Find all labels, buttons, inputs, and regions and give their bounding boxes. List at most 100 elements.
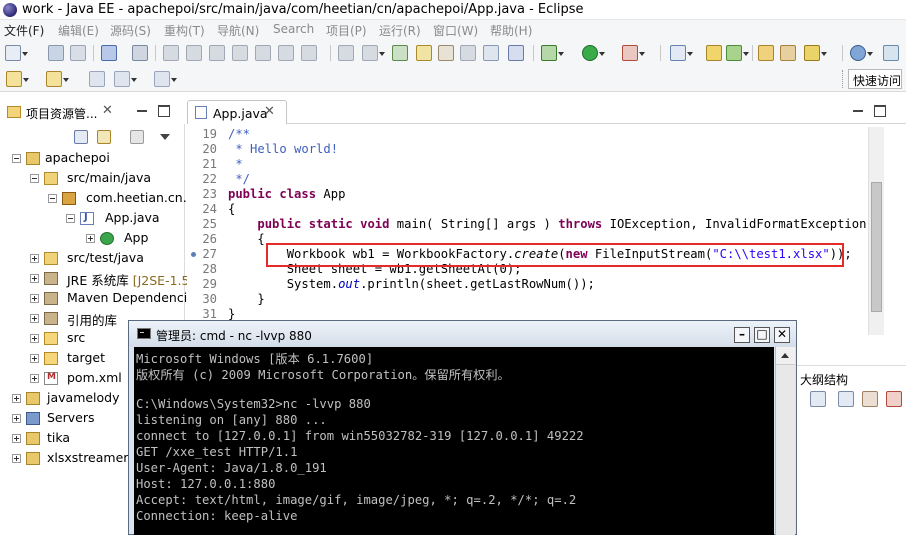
forward-icon[interactable] — [154, 71, 177, 87]
code-area[interactable]: 19/** 20 * Hello world! 21 * 22 */ 23 pub… — [187, 127, 877, 321]
console-line: Connection: keep-alive — [136, 509, 298, 523]
suspend-icon[interactable] — [186, 45, 202, 61]
print-icon[interactable] — [101, 45, 117, 61]
block-selection-icon[interactable] — [438, 45, 454, 61]
server-icon — [26, 412, 40, 425]
disconnect-icon[interactable] — [232, 45, 248, 61]
project-explorer-icon — [7, 106, 21, 118]
secondary-toolbar: 快速访问 — [0, 66, 906, 92]
scrollbar-thumb[interactable] — [871, 182, 882, 312]
team-icon[interactable] — [392, 45, 408, 61]
menu-run[interactable]: 运行(R) — [379, 22, 421, 39]
console-line: listening on [any] 880 ... — [136, 413, 327, 427]
editor-tab-bar: App.java ✕ — [187, 100, 906, 124]
cmd-title: 管理员: cmd - nc -lvvp 880 — [156, 329, 312, 343]
open-type-icon[interactable] — [508, 45, 524, 61]
minimize-icon[interactable] — [136, 105, 148, 117]
source-folder-icon — [44, 172, 58, 185]
open-folder-icon[interactable] — [758, 45, 774, 61]
maximize-icon[interactable]: □ — [754, 327, 770, 343]
menu-bar: 文件(F) 编辑(E) 源码(S) 重构(T) 导航(N) Search 项目(… — [0, 20, 906, 40]
library-icon — [44, 272, 58, 285]
annotation-icon[interactable] — [804, 45, 827, 61]
class-icon — [100, 232, 114, 245]
save-icon[interactable] — [48, 45, 64, 61]
package-icon — [62, 192, 76, 205]
step-over-icon[interactable] — [278, 45, 294, 61]
menu-file[interactable]: 文件(F) — [4, 22, 44, 39]
folder-icon — [44, 352, 58, 365]
menu-refactor[interactable]: 重构(T) — [164, 22, 205, 39]
java-file-icon — [195, 106, 207, 119]
step-into-icon[interactable] — [255, 45, 271, 61]
menu-source[interactable]: 源码(S) — [110, 22, 151, 39]
minimize-icon[interactable] — [852, 105, 864, 117]
title-bar: work - Java EE - apachepoi/src/main/java… — [0, 0, 906, 20]
show-whitespace-icon[interactable] — [460, 45, 476, 61]
perspective-icon[interactable] — [883, 45, 899, 61]
scroll-up-icon[interactable] — [776, 347, 795, 365]
focus-on-task-icon[interactable] — [130, 130, 144, 144]
menu-project[interactable]: 项目(P) — [326, 22, 367, 39]
debug-icon[interactable] — [541, 45, 564, 61]
quick-access-field[interactable]: 快速访问 — [848, 69, 902, 89]
close-icon[interactable]: ✕ — [774, 327, 790, 343]
skip-breakpoints-icon[interactable] — [132, 45, 148, 61]
new-class-icon[interactable] — [726, 45, 749, 61]
new-package-icon[interactable] — [706, 45, 722, 61]
resume-icon[interactable] — [163, 45, 179, 61]
hide-static-icon[interactable] — [886, 391, 902, 407]
close-icon[interactable]: ✕ — [102, 103, 113, 118]
new-icon[interactable] — [5, 45, 28, 61]
open-task-icon[interactable] — [780, 45, 796, 61]
console-output[interactable]: Microsoft Windows [版本 6.1.7600] 版权所有 (c)… — [134, 347, 774, 535]
maximize-icon[interactable] — [158, 105, 170, 117]
project-explorer-tab[interactable]: 项目资源管... ✕ — [0, 100, 185, 124]
cmd-title-bar[interactable]: 管理员: cmd - nc -lvvp 880 – □ ✕ — [129, 321, 796, 347]
word-wrap-icon[interactable] — [483, 45, 499, 61]
sort-icon[interactable] — [838, 391, 854, 407]
external-tools-icon[interactable] — [622, 45, 645, 61]
hide-fields-icon[interactable] — [862, 391, 878, 407]
xml-file-icon — [44, 372, 58, 385]
save-all-icon[interactable] — [70, 45, 86, 61]
back-icon[interactable] — [114, 71, 137, 87]
web-browser-icon[interactable] — [850, 45, 873, 61]
console-line: connect to [127.0.0.1] from win55032782-… — [136, 429, 584, 443]
maximize-icon[interactable] — [874, 105, 886, 117]
collapse-all-icon[interactable] — [74, 130, 88, 144]
menu-window[interactable]: 窗口(W) — [433, 22, 478, 39]
highlight-annotation-box — [266, 243, 844, 267]
collapse-all-icon[interactable] — [810, 391, 826, 407]
minimize-icon[interactable]: – — [734, 327, 750, 343]
menu-search[interactable]: Search — [273, 22, 314, 36]
close-icon[interactable]: ✕ — [264, 104, 275, 119]
console-line: GET /xxe_test HTTP/1.1 — [136, 445, 298, 459]
window-title: work - Java EE - apachepoi/src/main/java… — [22, 2, 584, 17]
drop-to-frame-icon[interactable] — [338, 45, 354, 61]
overview-ruler — [886, 127, 900, 335]
project-explorer-title: 项目资源管... — [26, 107, 98, 121]
menu-edit[interactable]: 编辑(E) — [58, 22, 99, 39]
editor-scrollbar[interactable] — [868, 127, 884, 335]
library-icon — [44, 292, 58, 305]
menu-navigate[interactable]: 导航(N) — [217, 22, 259, 39]
use-step-filters-icon[interactable] — [362, 45, 385, 61]
next-annotation-icon[interactable] — [6, 71, 29, 87]
editor-tab-label: App.java — [213, 106, 268, 121]
toggle-mark-occurrences-icon[interactable] — [416, 45, 432, 61]
terminate-icon[interactable] — [209, 45, 225, 61]
run-icon[interactable] — [582, 45, 605, 61]
editor-tab-app-java[interactable]: App.java ✕ — [187, 100, 287, 124]
view-menu-icon[interactable] — [160, 134, 170, 140]
new-java-project-icon[interactable] — [670, 45, 693, 61]
step-return-icon[interactable] — [301, 45, 317, 61]
previous-annotation-icon[interactable] — [46, 71, 69, 87]
folder-icon — [44, 332, 58, 345]
java-file-icon — [80, 212, 94, 225]
outline-panel: 大纲结构 — [790, 365, 906, 535]
last-edit-location-icon[interactable] — [89, 71, 105, 87]
link-with-editor-icon[interactable] — [97, 130, 111, 144]
menu-help[interactable]: 帮助(H) — [490, 22, 532, 39]
cmd-scrollbar[interactable] — [775, 347, 795, 535]
